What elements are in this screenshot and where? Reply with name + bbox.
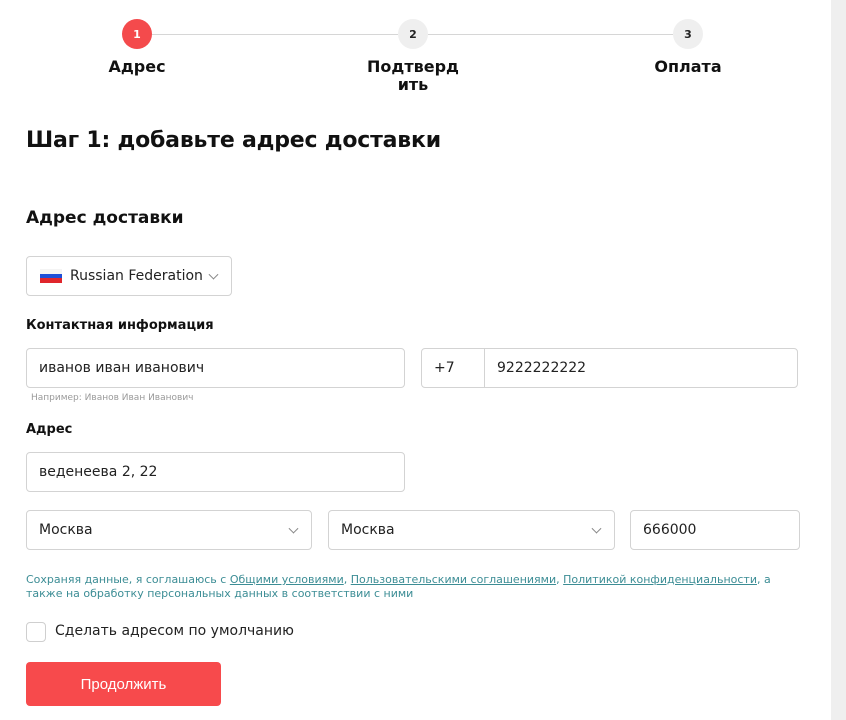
default-address-checkbox[interactable]	[26, 622, 46, 642]
step-3-label: Оплата	[654, 57, 722, 76]
checkout-page: 1 2 3 Адрес Подтверд ить Оплата Шаг 1: д…	[0, 0, 831, 720]
user-agreements-link[interactable]: Пользовательскими соглашениями	[351, 573, 556, 586]
scrollbar-track[interactable]	[831, 0, 846, 720]
continue-button[interactable]: Продолжить	[26, 662, 221, 706]
step-2-number: 2	[409, 27, 417, 41]
chevron-down-icon	[591, 523, 602, 534]
phone-input-group: +7 9222222222	[421, 348, 798, 388]
postal-code-value: 666000	[643, 522, 697, 538]
city-select[interactable]: Москва	[328, 510, 615, 550]
step-2-circle: 2	[398, 19, 428, 49]
phone-country-code[interactable]: +7	[422, 349, 485, 387]
contact-info-label: Контактная информация	[26, 318, 214, 333]
full-name-input[interactable]: иванов иван иванович	[26, 348, 405, 388]
region-select[interactable]: Москва	[26, 510, 312, 550]
region-value: Москва	[39, 522, 93, 538]
stepper-connector	[428, 34, 673, 35]
street-value: веденеева 2, 22	[39, 464, 158, 480]
phone-prefix-value: +7	[434, 360, 455, 376]
postal-code-input[interactable]: 666000	[630, 510, 800, 550]
country-value: Russian Federation	[70, 268, 203, 284]
step-3-number: 3	[684, 27, 692, 41]
step-1-circle: 1	[122, 19, 152, 49]
phone-input[interactable]: 9222222222	[485, 360, 586, 376]
consent-prefix: Сохраняя данные, я соглашаюсь с	[26, 573, 230, 586]
chevron-down-icon	[208, 269, 219, 280]
step-3-circle: 3	[673, 19, 703, 49]
consent-text: Сохраняя данные, я соглашаюсь с Общими у…	[26, 573, 796, 601]
step-2-label: Подтверд ить	[353, 58, 473, 94]
section-title: Адрес доставки	[26, 208, 184, 228]
step-2-label-line1: Подтверд	[367, 57, 459, 76]
step-1-number: 1	[133, 27, 141, 41]
stepper-connector	[152, 34, 398, 35]
page-title: Шаг 1: добавьте адрес доставки	[26, 128, 441, 153]
street-input[interactable]: веденеева 2, 22	[26, 452, 405, 492]
full-name-value: иванов иван иванович	[39, 360, 205, 376]
chevron-down-icon	[288, 523, 299, 534]
full-name-hint: Например: Иванов Иван Иванович	[31, 393, 194, 403]
consent-separator: ,	[343, 573, 351, 586]
step-2-label-line2: ить	[397, 75, 429, 94]
city-value: Москва	[341, 522, 395, 538]
address-label: Адрес	[26, 422, 73, 437]
country-select[interactable]: Russian Federation	[26, 256, 232, 296]
step-1-label: Адрес	[108, 57, 166, 76]
russia-flag-icon	[40, 269, 62, 284]
general-terms-link[interactable]: Общими условиями	[230, 573, 344, 586]
privacy-policy-link[interactable]: Политикой конфиденциальности	[563, 573, 757, 586]
default-address-label[interactable]: Сделать адресом по умолчанию	[55, 623, 294, 639]
